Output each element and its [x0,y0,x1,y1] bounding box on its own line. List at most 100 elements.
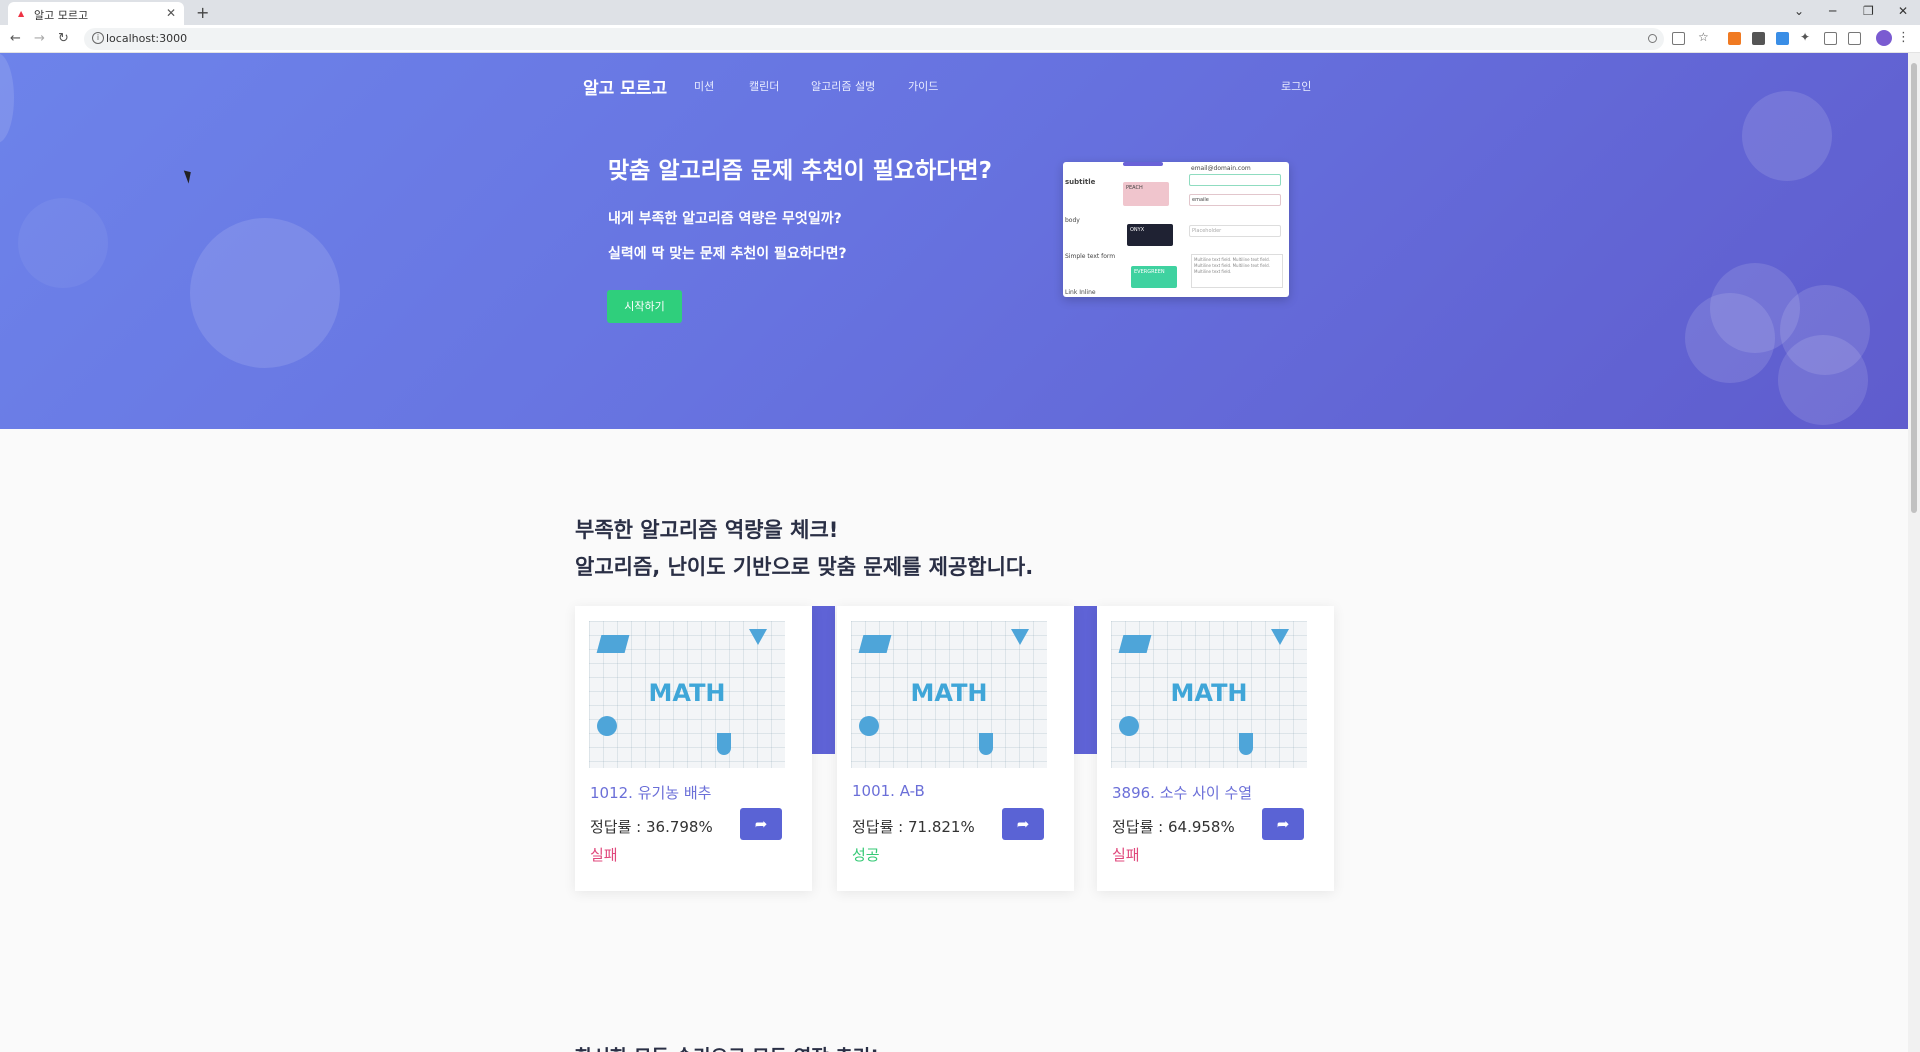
browser-toolbar: ← → ↻ i localhost:3000 ☆ ✦ ⋮ [0,25,1920,53]
profile-avatar[interactable] [1876,30,1892,46]
decorative-bubble [1685,293,1775,383]
share-icon: ➦ [1016,815,1030,833]
flask-icon [979,733,993,755]
mock-label-simple: Simple text form [1065,253,1116,260]
scrollbar-thumb[interactable] [1911,63,1917,513]
mock-field-error: emaile [1189,194,1281,206]
share-page-icon[interactable] [1672,32,1685,45]
problem-title[interactable]: 1001. A-B [852,782,925,800]
triangle-icon [1011,629,1029,645]
math-thumbnail: MATH [589,621,785,768]
triangle-icon [1271,629,1289,645]
decorative-bubble [1778,335,1868,425]
reload-icon[interactable]: ↻ [58,31,69,46]
cube-icon [1118,635,1152,653]
share-button[interactable]: ➦ [740,808,782,840]
address-bar[interactable]: i localhost:3000 [84,28,1664,50]
page-scrollbar[interactable] [1908,53,1920,1052]
section-title-1: 부족한 알고리즘 역량을 체크! [575,518,839,542]
flask-icon [1239,733,1253,755]
download-icon[interactable] [1776,32,1789,45]
new-tab-button[interactable]: + [196,3,209,22]
problem-card[interactable]: MATH 3896. 소수 사이 수열 정답률 : 64.958% 실패 ➦ [1097,606,1334,891]
problem-title[interactable]: 3896. 소수 사이 수열 [1112,782,1252,803]
accuracy-rate: 정답률 : 64.958% [1112,818,1235,836]
mock-field-top [1189,174,1281,186]
mock-chip-evergreen: EVERGREEN [1131,266,1177,288]
forward-arrow-icon[interactable]: → [34,31,45,46]
sphere-icon [1119,716,1139,736]
thumbnail-label: MATH [1170,679,1248,707]
hero-banner: 알고 모르고 미션 캘린더 알고리즘 설명 가이드 로그인 맞춤 알고리즘 문제… [0,53,1908,429]
problem-card[interactable]: MATH 1001. A-B 정답률 : 71.821% 성공 ➦ [837,606,1074,891]
window-close-button[interactable]: ✕ [1898,4,1908,18]
brand-logo[interactable]: 알고 모르고 [583,74,667,99]
share-button[interactable]: ➦ [1262,808,1304,840]
mock-chip-peach: PEACH [1123,182,1169,206]
cube-icon [858,635,892,653]
reading-list-icon[interactable] [1824,32,1837,45]
result-status: 실패 [1112,846,1140,864]
cube-icon [596,635,630,653]
back-arrow-icon[interactable]: ← [10,31,21,46]
mock-label-subtitle: subtitle [1065,178,1096,186]
triangle-icon [749,629,767,645]
nav-link-algorithm[interactable]: 알고리즘 설명 [811,78,875,94]
start-button[interactable]: 시작하기 [607,290,682,323]
mock-chip-onyx: ONYX [1127,224,1173,246]
thumbnail-label: MATH [910,679,988,707]
next-section-title: 한시한 모든 승리으로 모두 영작 추리! [575,1042,879,1052]
card-divider-bar [811,606,835,754]
browser-tab[interactable]: ▲ 알고 모르고 ✕ [8,2,184,25]
share-icon: ➦ [754,815,768,833]
thumbnail-label: MATH [648,679,726,707]
decorative-bubble [1742,91,1832,181]
math-thumbnail: MATH [851,621,1047,768]
url-text: localhost:3000 [106,32,188,45]
key-icon[interactable] [1648,34,1657,43]
result-status: 성공 [852,846,880,864]
nav-link-mission[interactable]: 미션 [694,78,714,94]
math-thumbnail: MATH [1111,621,1307,768]
tab-search-icon[interactable]: ⌄ [1794,4,1804,18]
extension-orange-icon[interactable] [1728,32,1741,45]
problem-card[interactable]: MATH 1012. 유기농 배추 정답률 : 36.798% 실패 ➦ [575,606,812,891]
side-panel-icon[interactable] [1848,32,1861,45]
hero-subtitle-1: 내게 부족한 알고리즘 역량은 무엇일까? [608,211,842,227]
mock-topbar [1123,162,1163,166]
nav-link-calendar[interactable]: 캘린더 [749,78,779,94]
accuracy-rate: 정답률 : 71.821% [852,818,975,836]
menu-kebab-icon[interactable]: ⋮ [1897,30,1910,45]
section-title-2: 알고리즘, 난이도 기반으로 맞춤 문제를 제공합니다. [575,555,1034,579]
accuracy-rate: 정답률 : 36.798% [590,818,713,836]
site-info-icon[interactable]: i [92,32,104,44]
login-link[interactable]: 로그인 [1281,78,1311,94]
sphere-icon [859,716,879,736]
tab-title: 알고 모르고 [34,9,89,22]
share-icon: ➦ [1276,815,1290,833]
decorative-bubble [0,53,14,143]
minimize-button[interactable]: ─ [1829,4,1836,18]
card-divider-bar [1073,606,1097,754]
mock-label-body: body [1065,217,1080,224]
nav-link-guide[interactable]: 가이드 [908,78,938,94]
problem-card-list: MATH 1012. 유기농 배추 정답률 : 36.798% 실패 ➦ MAT… [575,606,1334,891]
result-status: 실패 [590,846,618,864]
browser-tabbar: ▲ 알고 모르고 ✕ + ⌄ ─ ❐ ✕ [0,0,1920,25]
decorative-bubble [190,218,340,368]
tab-close-icon[interactable]: ✕ [166,6,176,20]
flask-icon [717,733,731,755]
mock-email: email@domain.com [1191,165,1251,172]
problem-title[interactable]: 1012. 유기농 배추 [590,782,711,803]
star-icon[interactable]: ☆ [1698,30,1711,44]
sphere-icon [597,716,617,736]
maximize-button[interactable]: ❐ [1863,4,1874,18]
extension-dark-icon[interactable] [1752,32,1765,45]
puzzle-icon[interactable]: ✦ [1800,30,1813,44]
favicon-icon: ▲ [18,9,25,18]
share-button[interactable]: ➦ [1002,808,1044,840]
hero-illustration: subtitle body Simple text form Link Inli… [1063,162,1289,297]
hero-title: 맞춤 알고리즘 문제 추천이 필요하다면? [608,158,992,184]
page-viewport: 알고 모르고 미션 캘린더 알고리즘 설명 가이드 로그인 맞춤 알고리즘 문제… [0,53,1908,1052]
hero-subtitle-2: 실력에 딱 맞는 문제 추천이 필요하다면? [608,246,847,262]
